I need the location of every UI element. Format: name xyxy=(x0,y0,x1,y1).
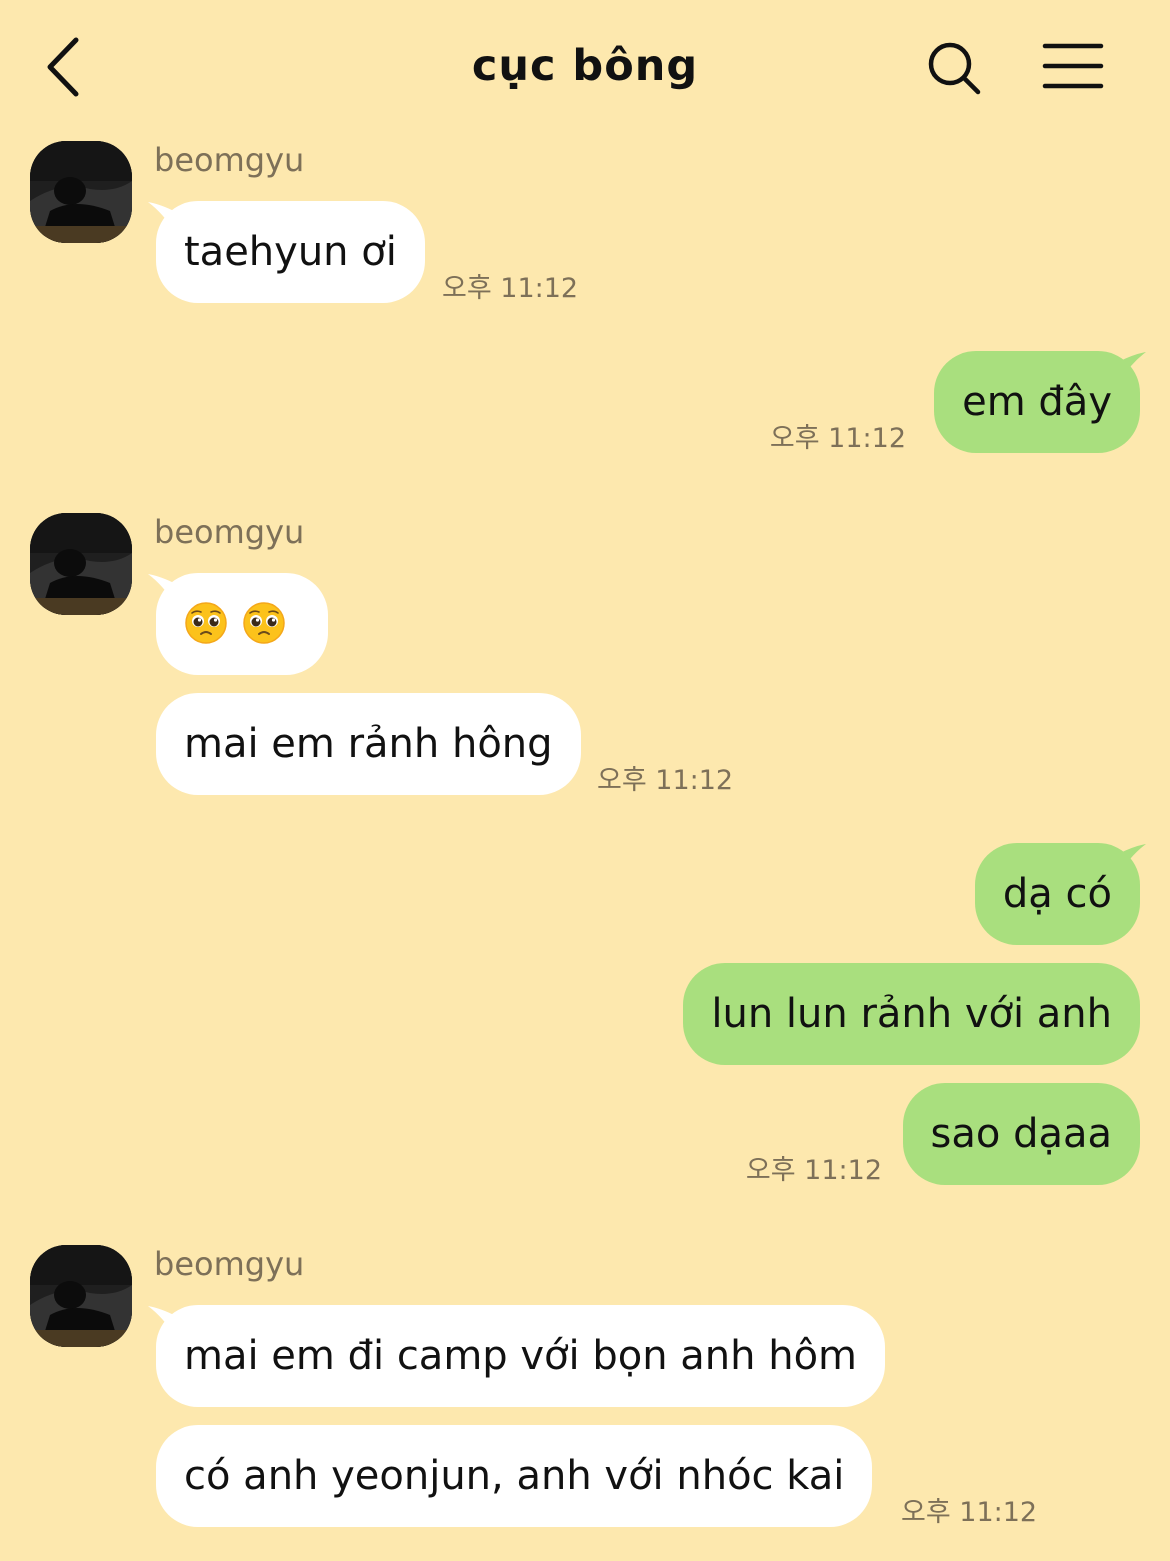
message-bubble[interactable]: có anh yeonjun, anh với nhóc kai xyxy=(156,1425,873,1527)
sender-name: beomgyu xyxy=(154,1245,305,1283)
pleading-face-emoji xyxy=(185,602,227,644)
avatar[interactable] xyxy=(30,1245,132,1347)
message-time: 오후 11:12 xyxy=(442,273,579,304)
message-time: 오후 11:12 xyxy=(901,1497,1038,1528)
pleading-face-emoji xyxy=(243,602,285,644)
sender-name: beomgyu xyxy=(154,141,305,179)
search-button[interactable] xyxy=(922,36,986,100)
profile-photo xyxy=(30,1245,132,1347)
message-bubble[interactable]: lun lun rảnh với anh xyxy=(683,963,1140,1065)
message-bubble[interactable]: sao dạaa xyxy=(902,1083,1140,1185)
message-bubble[interactable]: dạ có xyxy=(974,843,1140,945)
profile-photo xyxy=(30,141,132,243)
menu-button[interactable] xyxy=(1040,38,1106,94)
sender-name: beomgyu xyxy=(154,513,305,551)
message-time: 오후 11:12 xyxy=(769,423,906,454)
profile-photo xyxy=(30,513,132,615)
search-icon xyxy=(928,42,981,95)
chat-title: cục bông xyxy=(471,41,699,91)
message-bubble[interactable]: taehyun ơi xyxy=(156,201,425,303)
message-bubble[interactable]: mai em đi camp với bọn anh hôm xyxy=(156,1305,886,1407)
message-time: 오후 11:12 xyxy=(745,1155,882,1186)
message-bubble[interactable]: mai em rảnh hông xyxy=(156,693,581,795)
avatar[interactable] xyxy=(30,141,132,243)
hamburger-menu-icon xyxy=(1042,43,1104,89)
message-bubble[interactable]: em đây xyxy=(934,351,1140,453)
chat-header: cục bông xyxy=(0,0,1170,132)
emoji-message-bubble[interactable] xyxy=(156,573,328,675)
message-time: 오후 11:12 xyxy=(597,765,734,796)
avatar[interactable] xyxy=(30,513,132,615)
emoji-group xyxy=(184,601,286,645)
